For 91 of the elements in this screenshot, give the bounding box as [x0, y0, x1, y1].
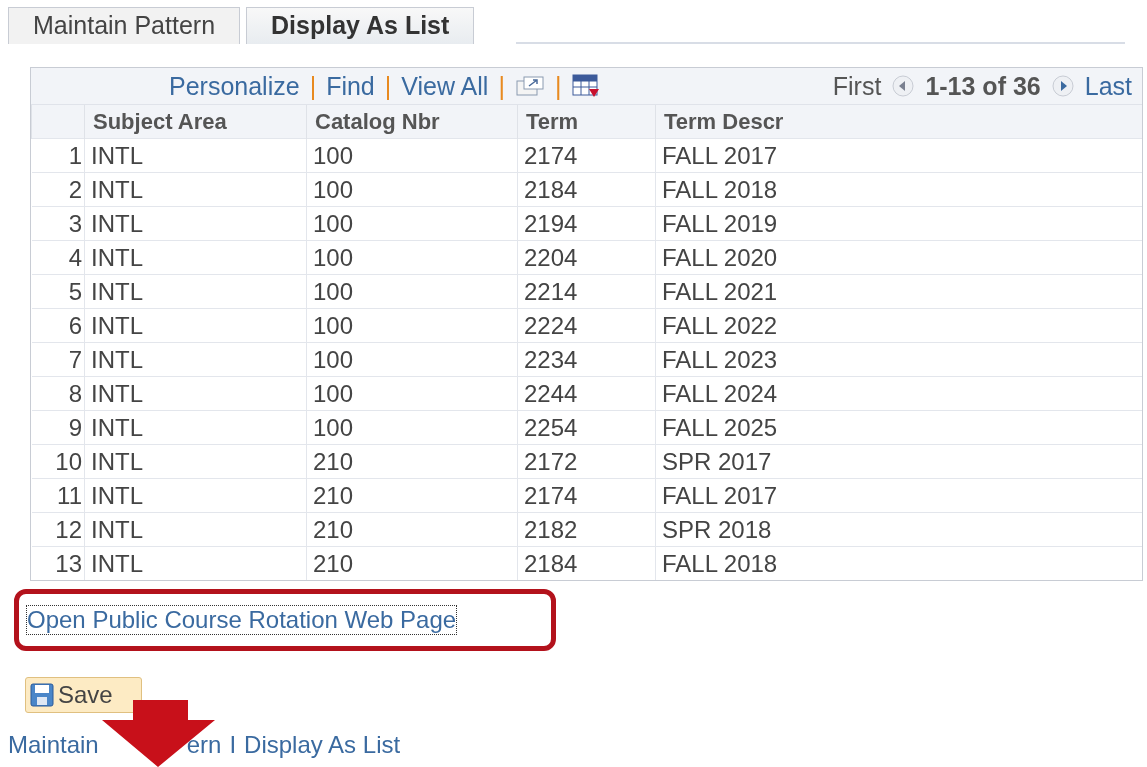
- separator: |: [554, 71, 562, 101]
- last-link[interactable]: Last: [1084, 71, 1132, 101]
- row-number: 2: [31, 172, 85, 207]
- table-cell: INTL: [84, 410, 307, 445]
- table-cell: 2172: [517, 444, 656, 479]
- table-cell: INTL: [84, 206, 307, 241]
- column-header: Subject Area: [84, 104, 307, 139]
- table-cell: 210: [306, 444, 518, 479]
- row-number: 12: [31, 512, 85, 547]
- row-number: 9: [31, 410, 85, 445]
- table-cell: 100: [306, 172, 518, 207]
- separator: |: [309, 71, 317, 101]
- table-cell: 100: [306, 376, 518, 411]
- row-number: 8: [31, 376, 85, 411]
- table-cell: FALL 2021: [655, 274, 1142, 309]
- table-cell: FALL 2024: [655, 376, 1142, 411]
- table-cell: FALL 2017: [655, 138, 1142, 173]
- row-number: 11: [31, 478, 85, 513]
- table-cell: FALL 2018: [655, 546, 1142, 580]
- table-cell: INTL: [84, 512, 307, 547]
- table-cell: INTL: [84, 478, 307, 513]
- display-as-list-link[interactable]: Display As List: [244, 731, 401, 758]
- table-cell: 2244: [517, 376, 656, 411]
- table-cell: 210: [306, 478, 518, 513]
- table-cell: FALL 2020: [655, 240, 1142, 275]
- table-cell: 210: [306, 512, 518, 547]
- table-cell: FALL 2025: [655, 410, 1142, 445]
- table-cell: 100: [306, 308, 518, 343]
- table-cell: FALL 2023: [655, 342, 1142, 377]
- column-header: Term Descr: [655, 104, 1142, 139]
- first-label: First: [832, 71, 882, 101]
- table-cell: 210: [306, 546, 518, 580]
- table-cell: 100: [306, 206, 518, 241]
- row-number: 1: [31, 138, 85, 173]
- separator: |: [384, 71, 392, 101]
- next-icon[interactable]: [1050, 74, 1075, 98]
- previous-icon[interactable]: [891, 74, 916, 98]
- row-number: 3: [31, 206, 85, 241]
- maintain-pattern-link[interactable]: Maintain: [8, 731, 99, 758]
- find-link[interactable]: Find: [326, 71, 375, 101]
- table-cell: 2184: [517, 172, 656, 207]
- table-cell: INTL: [84, 444, 307, 479]
- view-all-link[interactable]: View All: [401, 71, 489, 101]
- row-number: 7: [31, 342, 85, 377]
- row-number: 5: [31, 274, 85, 309]
- tab[interactable]: Maintain Pattern: [8, 7, 241, 44]
- table-cell: INTL: [84, 308, 307, 343]
- table-cell: FALL 2022: [655, 308, 1142, 343]
- table-cell: 2184: [517, 546, 656, 580]
- table-cell: INTL: [84, 138, 307, 173]
- table-cell: 100: [306, 274, 518, 309]
- save-button[interactable]: Save: [25, 677, 142, 713]
- row-number: 4: [31, 240, 85, 275]
- table-cell: 100: [306, 138, 518, 173]
- row-number: 6: [31, 308, 85, 343]
- table-cell: 2174: [517, 478, 656, 513]
- table-cell: 2204: [517, 240, 656, 275]
- table-cell: FALL 2018: [655, 172, 1142, 207]
- table-cell: INTL: [84, 172, 307, 207]
- table-cell: SPR 2017: [655, 444, 1142, 479]
- separator: I: [229, 731, 237, 758]
- table-cell: 2182: [517, 512, 656, 547]
- table-cell: 100: [306, 410, 518, 445]
- course-rotation-link[interactable]: Open Public Course Rotation Web Page: [27, 606, 457, 634]
- table-cell: 2234: [517, 342, 656, 377]
- table-cell: FALL 2017: [655, 478, 1142, 513]
- row-number: 10: [31, 444, 85, 479]
- personalize-link[interactable]: Personalize: [169, 71, 300, 101]
- separator: |: [498, 71, 505, 101]
- table-cell: INTL: [84, 342, 307, 377]
- table-cell: INTL: [84, 546, 307, 580]
- table-cell: 2254: [517, 410, 656, 445]
- spreadsheet-icon[interactable]: [571, 73, 602, 99]
- table-cell: 2224: [517, 308, 656, 343]
- table-cell: 2194: [517, 206, 656, 241]
- tab[interactable]: Display As List: [246, 7, 475, 44]
- maintain-pattern-link[interactable]: ern: [186, 731, 222, 758]
- table-cell: FALL 2019: [655, 206, 1142, 241]
- table-cell: INTL: [84, 274, 307, 309]
- new-window-icon[interactable]: [514, 75, 545, 97]
- table-cell: 100: [306, 240, 518, 275]
- table-cell: 2214: [517, 274, 656, 309]
- table-cell: 100: [306, 342, 518, 377]
- page-range: 1-13 of 36: [925, 71, 1041, 101]
- column-header: Catalog Nbr: [306, 104, 518, 139]
- table-cell: INTL: [84, 240, 307, 275]
- table-cell: INTL: [84, 376, 307, 411]
- table-cell: SPR 2018: [655, 512, 1142, 547]
- table-cell: 2174: [517, 138, 656, 173]
- column-header: Term: [517, 104, 656, 139]
- row-number: 13: [31, 546, 85, 580]
